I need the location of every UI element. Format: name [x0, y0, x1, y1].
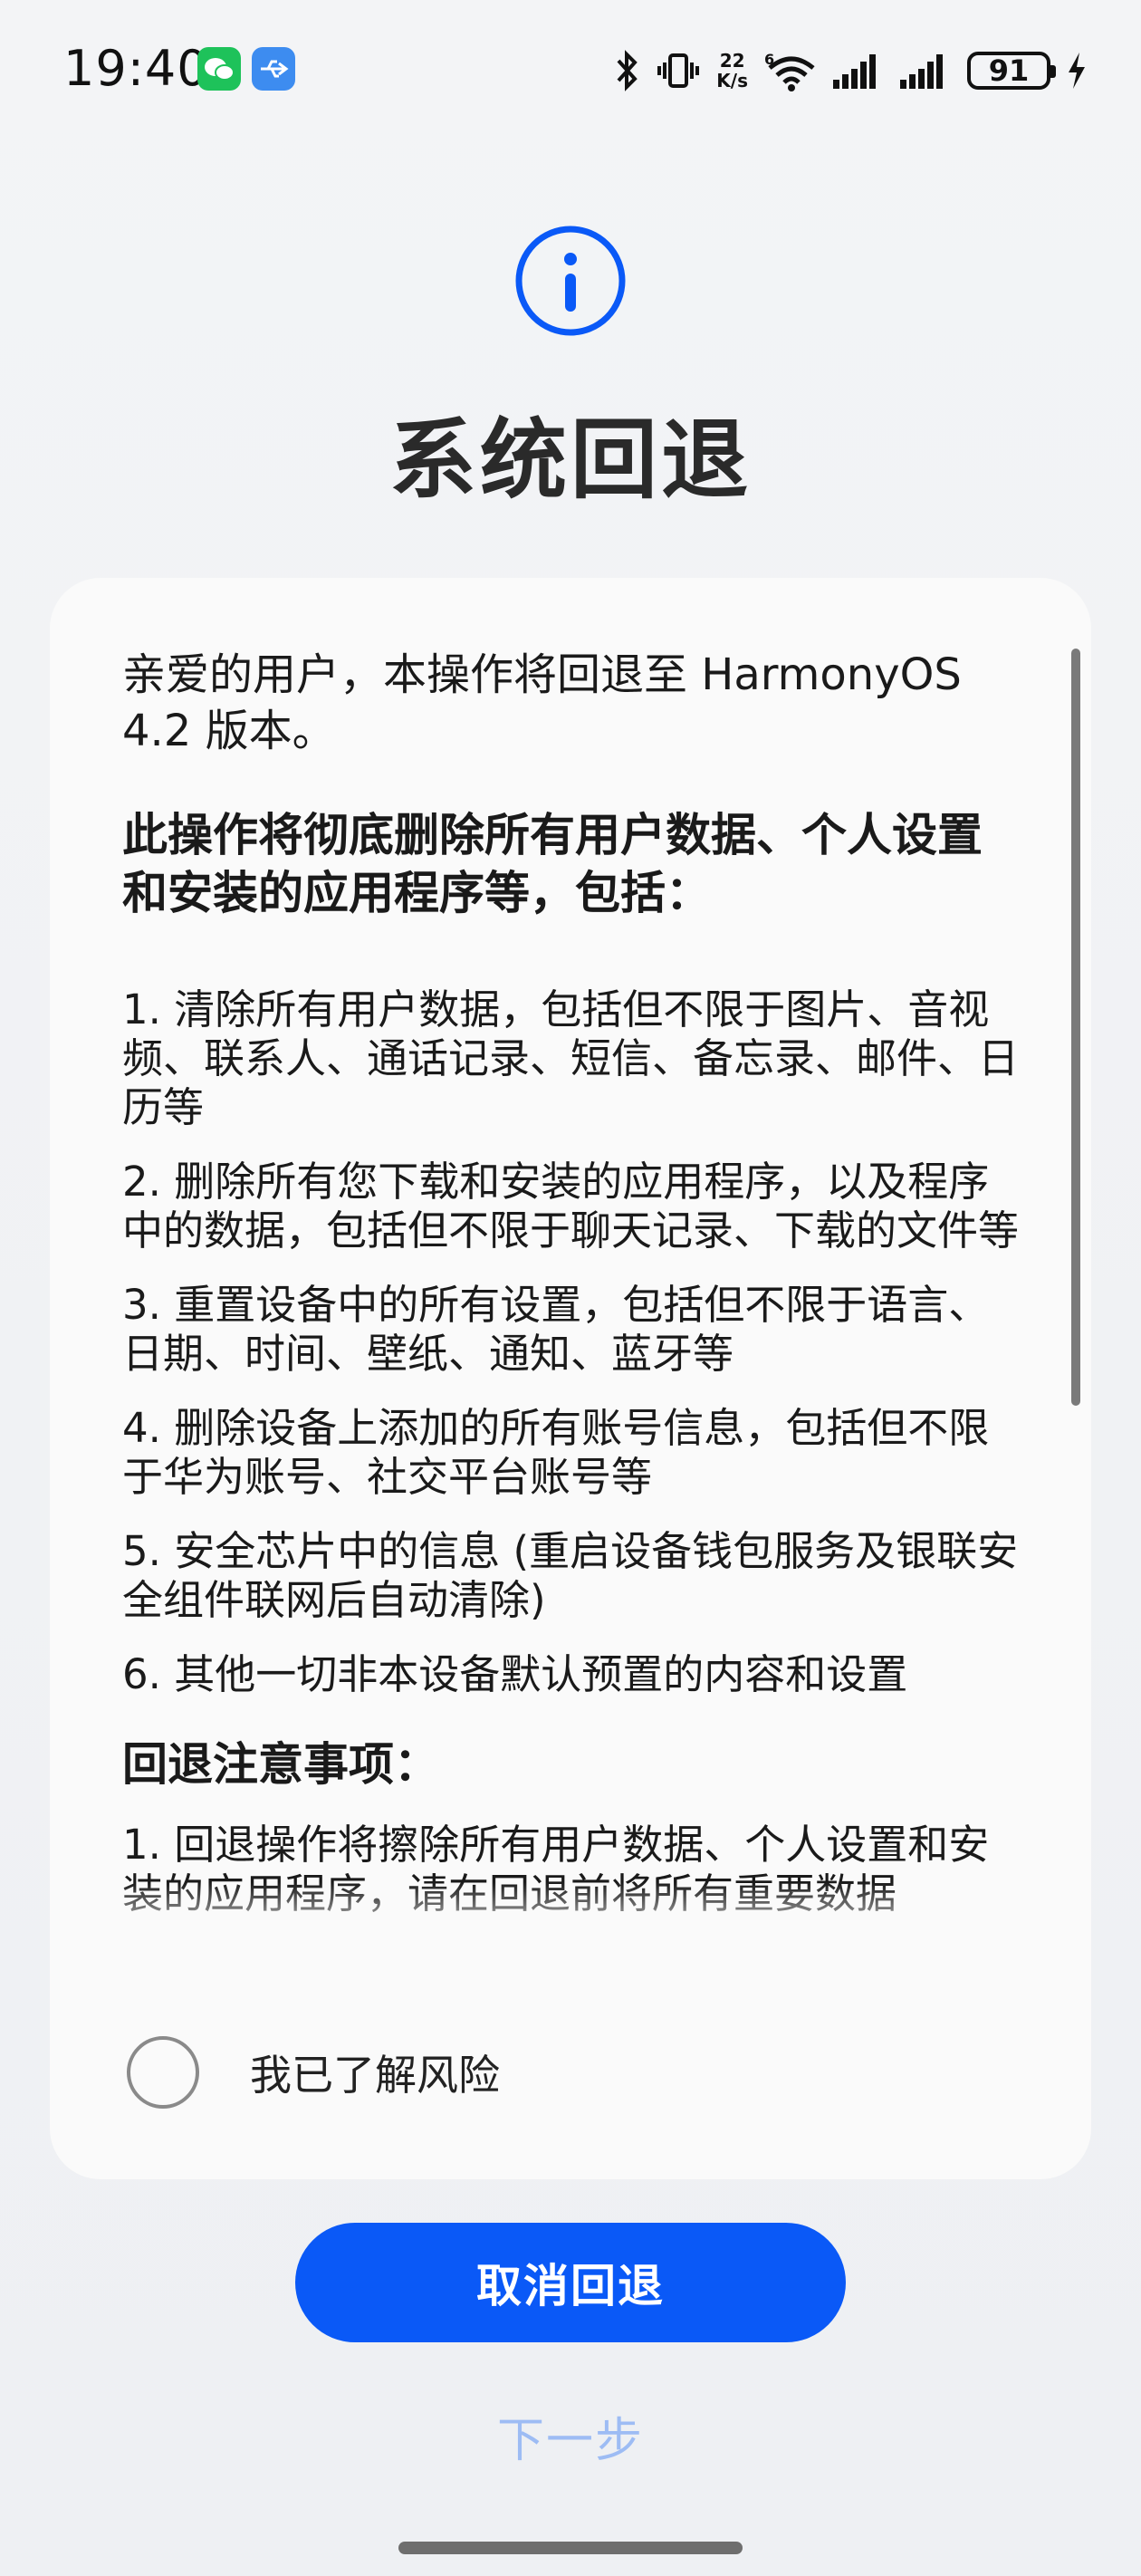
- next-step-button[interactable]: 下一步: [0, 2402, 1141, 2470]
- list-item: 1. 清除所有用户数据，包括但不限于图片、音视频、联系人、通话记录、短信、备忘录…: [122, 985, 1020, 1131]
- notes-heading: 回退注意事项：: [122, 1738, 439, 1791]
- wechat-icon: [197, 47, 241, 91]
- agree-risk-label[interactable]: 我已了解风险: [250, 2043, 500, 2102]
- list-item: 4. 删除设备上添加的所有账号信息，包括但不限于华为账号、社交平台账号等: [122, 1404, 990, 1501]
- status-icons: 22 K/s 6 91: [613, 45, 1087, 96]
- list-item: 2. 删除所有您下载和安装的应用程序，以及程序中的数据，包括但不限于聊天记录、下…: [122, 1158, 1020, 1254]
- agree-risk-radio[interactable]: [127, 2036, 199, 2109]
- rollback-info-scroll-area[interactable]: 亲爱的用户，本操作将回退至 HarmonyOS 4.2 版本。 此操作将彻底删除…: [50, 578, 1091, 1973]
- status-bar: 19:40 22 K/s 6 91: [0, 0, 1141, 136]
- page: 19:40 22 K/s 6 91 系统回退 亲爱的用户，本操作将回退至 Har…: [0, 0, 1141, 2576]
- list-item: 3. 重置设备中的所有设置，包括但不限于语言、日期、时间、壁纸、通知、蓝牙等: [122, 1281, 990, 1378]
- status-time: 19:40: [63, 40, 209, 97]
- list-item: 6. 其他一切非本设备默认预置的内容和设置: [122, 1650, 908, 1698]
- charging-icon: [1067, 51, 1087, 91]
- intro-text: 亲爱的用户，本操作将回退至 HarmonyOS 4.2 版本。: [122, 649, 962, 756]
- home-indicator[interactable]: [398, 2542, 743, 2554]
- battery-icon: 91: [967, 52, 1056, 90]
- scrollbar[interactable]: [1071, 649, 1080, 1406]
- bluetooth-icon: [613, 50, 640, 91]
- delete-warning-heading: 此操作将彻底删除所有用户数据、个人设置和安装的应用程序等，包括：: [122, 809, 983, 919]
- usb-icon: [252, 47, 295, 91]
- vibrate-icon: [657, 50, 700, 91]
- info-icon: [514, 225, 627, 337]
- cancel-rollback-button[interactable]: 取消回退: [295, 2223, 846, 2342]
- network-speed: 22 K/s: [716, 50, 748, 91]
- scroll-fade: [50, 1882, 1091, 1973]
- agree-risk-row[interactable]: 我已了解风险: [127, 2036, 500, 2109]
- signal-icon: [833, 53, 884, 89]
- list-item: 5. 安全芯片中的信息 (重启设备钱包服务及银联安全组件联网后自动清除): [122, 1527, 1019, 1624]
- wifi-icon: 6: [764, 50, 817, 91]
- rollback-info-card: 亲爱的用户，本操作将回退至 HarmonyOS 4.2 版本。 此操作将彻底删除…: [50, 578, 1091, 2179]
- page-title: 系统回退: [389, 409, 752, 511]
- signal-icon: [900, 53, 951, 89]
